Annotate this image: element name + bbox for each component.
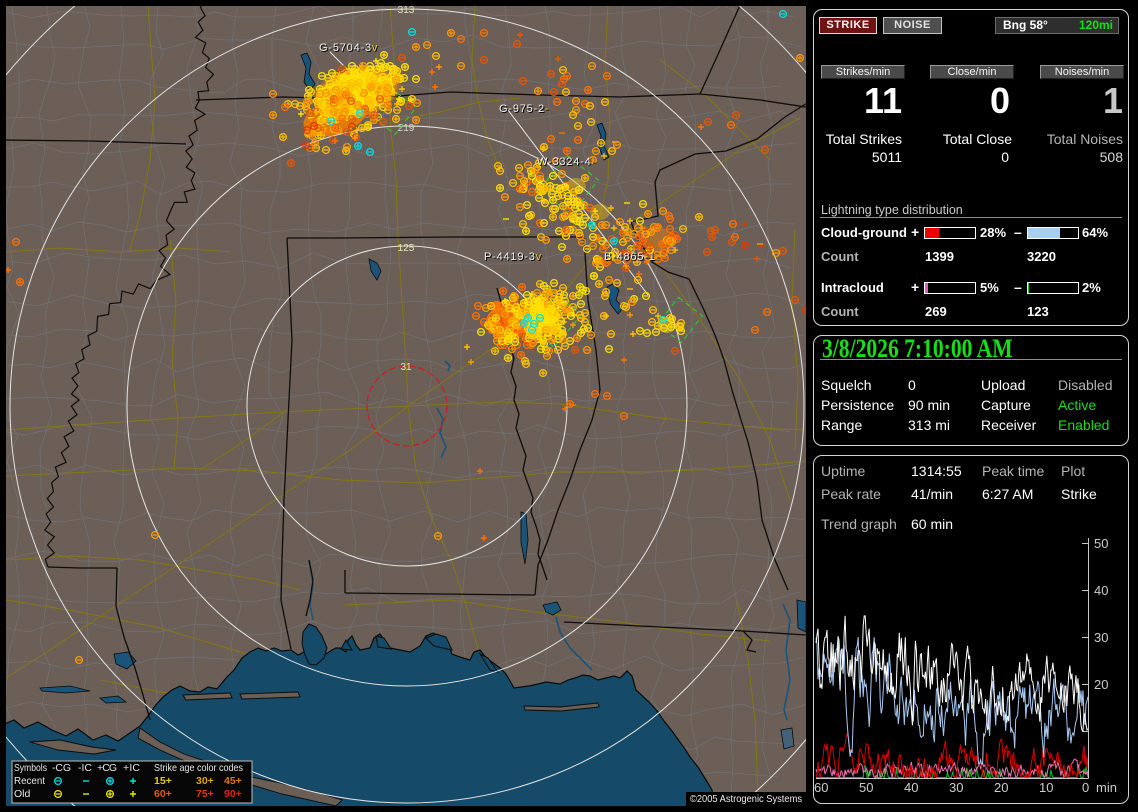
svg-text:20: 20	[994, 780, 1008, 795]
svg-text:30: 30	[1094, 630, 1108, 645]
svg-text:10: 10	[1039, 780, 1053, 795]
svg-text:20: 20	[1094, 677, 1108, 692]
svg-text:50: 50	[859, 780, 873, 795]
svg-text:50: 50	[1094, 536, 1108, 551]
svg-text:min: min	[1096, 780, 1117, 795]
svg-text:60: 60	[814, 780, 828, 795]
svg-text:0: 0	[1082, 780, 1089, 795]
svg-text:40: 40	[904, 780, 918, 795]
svg-text:40: 40	[1094, 583, 1108, 598]
svg-text:30: 30	[949, 780, 963, 795]
